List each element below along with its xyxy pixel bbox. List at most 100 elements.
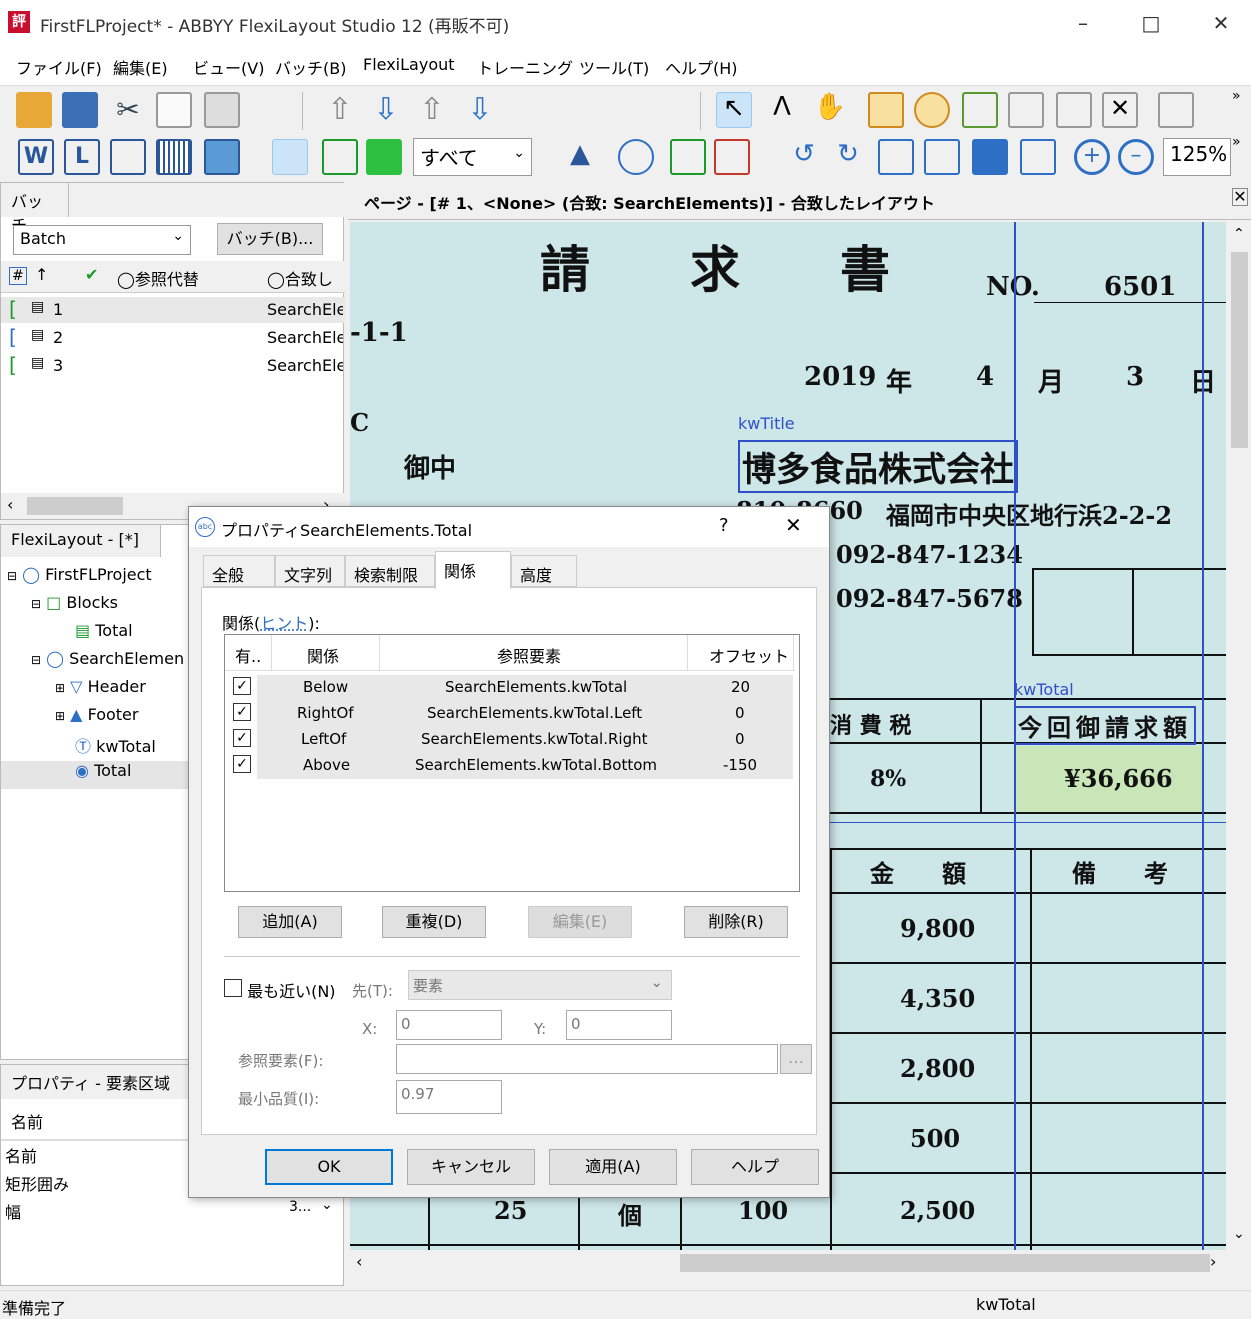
paste-icon[interactable] bbox=[204, 92, 240, 128]
x-input[interactable]: 0 bbox=[396, 1010, 502, 1040]
expand-icon[interactable]: ⊞ bbox=[55, 681, 65, 695]
menu-view[interactable]: ビュー(V) bbox=[193, 55, 264, 79]
vscroll-thumb[interactable] bbox=[1231, 252, 1248, 448]
delete-button[interactable]: 削除(R) bbox=[684, 906, 788, 938]
open-icon[interactable] bbox=[16, 92, 52, 128]
table-region-icon[interactable] bbox=[1056, 92, 1092, 128]
nearest-checkbox[interactable]: 最も近い(N) bbox=[224, 978, 336, 1002]
list-icon[interactable] bbox=[618, 139, 654, 175]
tree-item-blocks[interactable]: ⊟ □ Blocks bbox=[31, 593, 118, 612]
page-icon[interactable] bbox=[972, 139, 1008, 175]
col-relation[interactable]: 関係 bbox=[307, 643, 339, 667]
duplicate-button[interactable]: 重複(D) bbox=[382, 906, 486, 938]
add-button[interactable]: 追加(A) bbox=[238, 906, 342, 938]
prop-width-value[interactable]: 3... bbox=[289, 1199, 311, 1215]
tab-general[interactable]: 全般 bbox=[203, 555, 275, 587]
hscroll-thumb[interactable] bbox=[680, 1254, 1210, 1272]
batch-row[interactable]: [ ▤ 3 SearchEle bbox=[1, 353, 345, 379]
tree-item-project[interactable]: ⊟ ◯ FirstFLProject bbox=[7, 565, 152, 584]
picture-icon[interactable] bbox=[204, 139, 240, 175]
batch-row[interactable]: [ ▤ 1 SearchEle bbox=[1, 297, 345, 323]
dialog-help-button[interactable]: ? bbox=[719, 515, 729, 536]
tab-string[interactable]: 文字列 bbox=[275, 555, 345, 587]
doc-vscroll[interactable]: ⌃ ⌄ bbox=[1228, 222, 1251, 1250]
green-block-icon[interactable] bbox=[366, 139, 402, 175]
match-column[interactable]: ◯合致し bbox=[267, 266, 343, 290]
tab-search-limit[interactable]: 検索制限 bbox=[345, 555, 435, 587]
relation-checkbox[interactable]: ✓ bbox=[233, 729, 251, 747]
flip-icon[interactable] bbox=[878, 139, 914, 175]
scroll-right-icon[interactable]: › bbox=[1210, 1252, 1216, 1271]
nearest-check[interactable] bbox=[224, 979, 242, 997]
tree-item-total-block[interactable]: ▤ Total bbox=[75, 621, 133, 640]
close-button[interactable]: ✕ bbox=[1198, 8, 1244, 38]
grid-icon[interactable] bbox=[1158, 92, 1194, 128]
scroll-up-icon[interactable]: ⌃ bbox=[1233, 226, 1245, 242]
zoom-combo[interactable]: 125% bbox=[1163, 138, 1231, 176]
edit-button[interactable]: 編集(E) bbox=[528, 906, 632, 938]
pointer-icon[interactable]: ↖ bbox=[716, 92, 752, 128]
menu-tools[interactable]: ツール(T) bbox=[579, 55, 649, 79]
hint-link[interactable]: ヒント bbox=[260, 614, 308, 633]
prop-bounding[interactable]: 矩形囲み bbox=[5, 1171, 69, 1195]
batch-button[interactable]: バッチ(B)... bbox=[217, 223, 323, 255]
relation-row[interactable]: ✓ Above SearchElements.kwTotal.Bottom -1… bbox=[225, 753, 793, 779]
hand-icon[interactable]: ✋ bbox=[812, 92, 848, 128]
zoom-in-icon[interactable]: + bbox=[1074, 139, 1110, 175]
dest-select[interactable]: 要素 ⌄ bbox=[408, 970, 672, 1000]
tab-relations[interactable]: 関係 bbox=[435, 551, 511, 589]
batch-row[interactable]: [ ▤ 2 SearchEle bbox=[1, 325, 345, 351]
number-sort-icon[interactable]: # bbox=[9, 267, 27, 285]
dialog-close-icon[interactable]: ✕ bbox=[785, 513, 802, 537]
deskew-icon[interactable] bbox=[924, 139, 960, 175]
prop-name[interactable]: 名前 bbox=[5, 1143, 37, 1167]
download-icon[interactable]: ⇩ bbox=[368, 92, 404, 128]
check-col-icon[interactable]: ✔ bbox=[85, 265, 98, 284]
collapse-icon[interactable]: ⊟ bbox=[31, 653, 41, 667]
compass-icon[interactable]: Λ bbox=[764, 92, 800, 128]
menu-batch[interactable]: バッチ(B) bbox=[275, 55, 346, 79]
collapse-icon[interactable]: ⊟ bbox=[31, 597, 41, 611]
relation-row[interactable]: ✓ Below SearchElements.kwTotal 20 bbox=[225, 675, 793, 701]
filter-combo[interactable]: すべて ⌄ bbox=[413, 138, 532, 176]
ref-column[interactable]: ◯参照代替 bbox=[117, 266, 199, 290]
ref-browse-button[interactable]: … bbox=[780, 1044, 812, 1074]
chevron-down-icon[interactable]: ⌄ bbox=[321, 1197, 333, 1213]
menu-flexilayout[interactable]: FlexiLayout bbox=[363, 55, 455, 74]
ref-input[interactable] bbox=[396, 1044, 778, 1074]
save-icon[interactable] bbox=[62, 92, 98, 128]
tree-item-total-selected[interactable]: ◉ Total bbox=[1, 761, 189, 789]
menu-training[interactable]: トレーニング bbox=[477, 55, 573, 79]
menu-edit[interactable]: 編集(E) bbox=[113, 55, 168, 79]
prop-width[interactable]: 幅 bbox=[5, 1199, 21, 1223]
upload-all-icon[interactable]: ⇧ bbox=[414, 92, 450, 128]
tree-item-footer[interactable]: ⊞ ▲ Footer bbox=[55, 705, 138, 724]
select-block-icon[interactable] bbox=[272, 139, 308, 175]
overflow-icon[interactable]: » bbox=[1232, 88, 1248, 124]
minimize-button[interactable]: – bbox=[1060, 8, 1106, 38]
edit-region-icon[interactable] bbox=[962, 92, 998, 128]
zoom-out-icon[interactable]: – bbox=[1118, 139, 1154, 175]
col-reference[interactable]: 参照要素 bbox=[497, 643, 561, 667]
doc-hscroll[interactable]: ‹ › bbox=[348, 1250, 1228, 1276]
help-button[interactable]: ヘルプ bbox=[691, 1149, 819, 1185]
scroll-left-icon[interactable]: ‹ bbox=[7, 495, 13, 514]
cut-icon[interactable]: ✂ bbox=[110, 92, 146, 128]
col-offset[interactable]: オフセット bbox=[709, 643, 789, 667]
zoom-region-icon[interactable] bbox=[868, 92, 904, 128]
scroll-thumb[interactable] bbox=[27, 497, 123, 515]
relation-checkbox[interactable]: ✓ bbox=[233, 703, 251, 721]
relation-checkbox[interactable]: ✓ bbox=[233, 677, 251, 695]
tree-item-searchelements[interactable]: ⊟ ◯ SearchElemen bbox=[31, 649, 184, 668]
delete-region-icon[interactable]: ✕ bbox=[1102, 92, 1138, 128]
barcode-icon[interactable] bbox=[156, 139, 192, 175]
relation-checkbox[interactable]: ✓ bbox=[233, 755, 251, 773]
graduation-cap-icon[interactable]: ▲ bbox=[562, 139, 598, 175]
sort-icon[interactable]: ↑ bbox=[35, 265, 48, 284]
line-icon[interactable]: L bbox=[64, 139, 100, 175]
tree-item-kwtotal[interactable]: Ⓣ kwTotal bbox=[75, 733, 156, 757]
minq-input[interactable]: 0.97 bbox=[396, 1080, 502, 1114]
rotate-right-icon[interactable]: ↻ bbox=[830, 139, 866, 175]
apply-button[interactable]: 適用(A) bbox=[549, 1149, 677, 1185]
batch-combo[interactable]: Batch ⌄ bbox=[13, 225, 191, 255]
